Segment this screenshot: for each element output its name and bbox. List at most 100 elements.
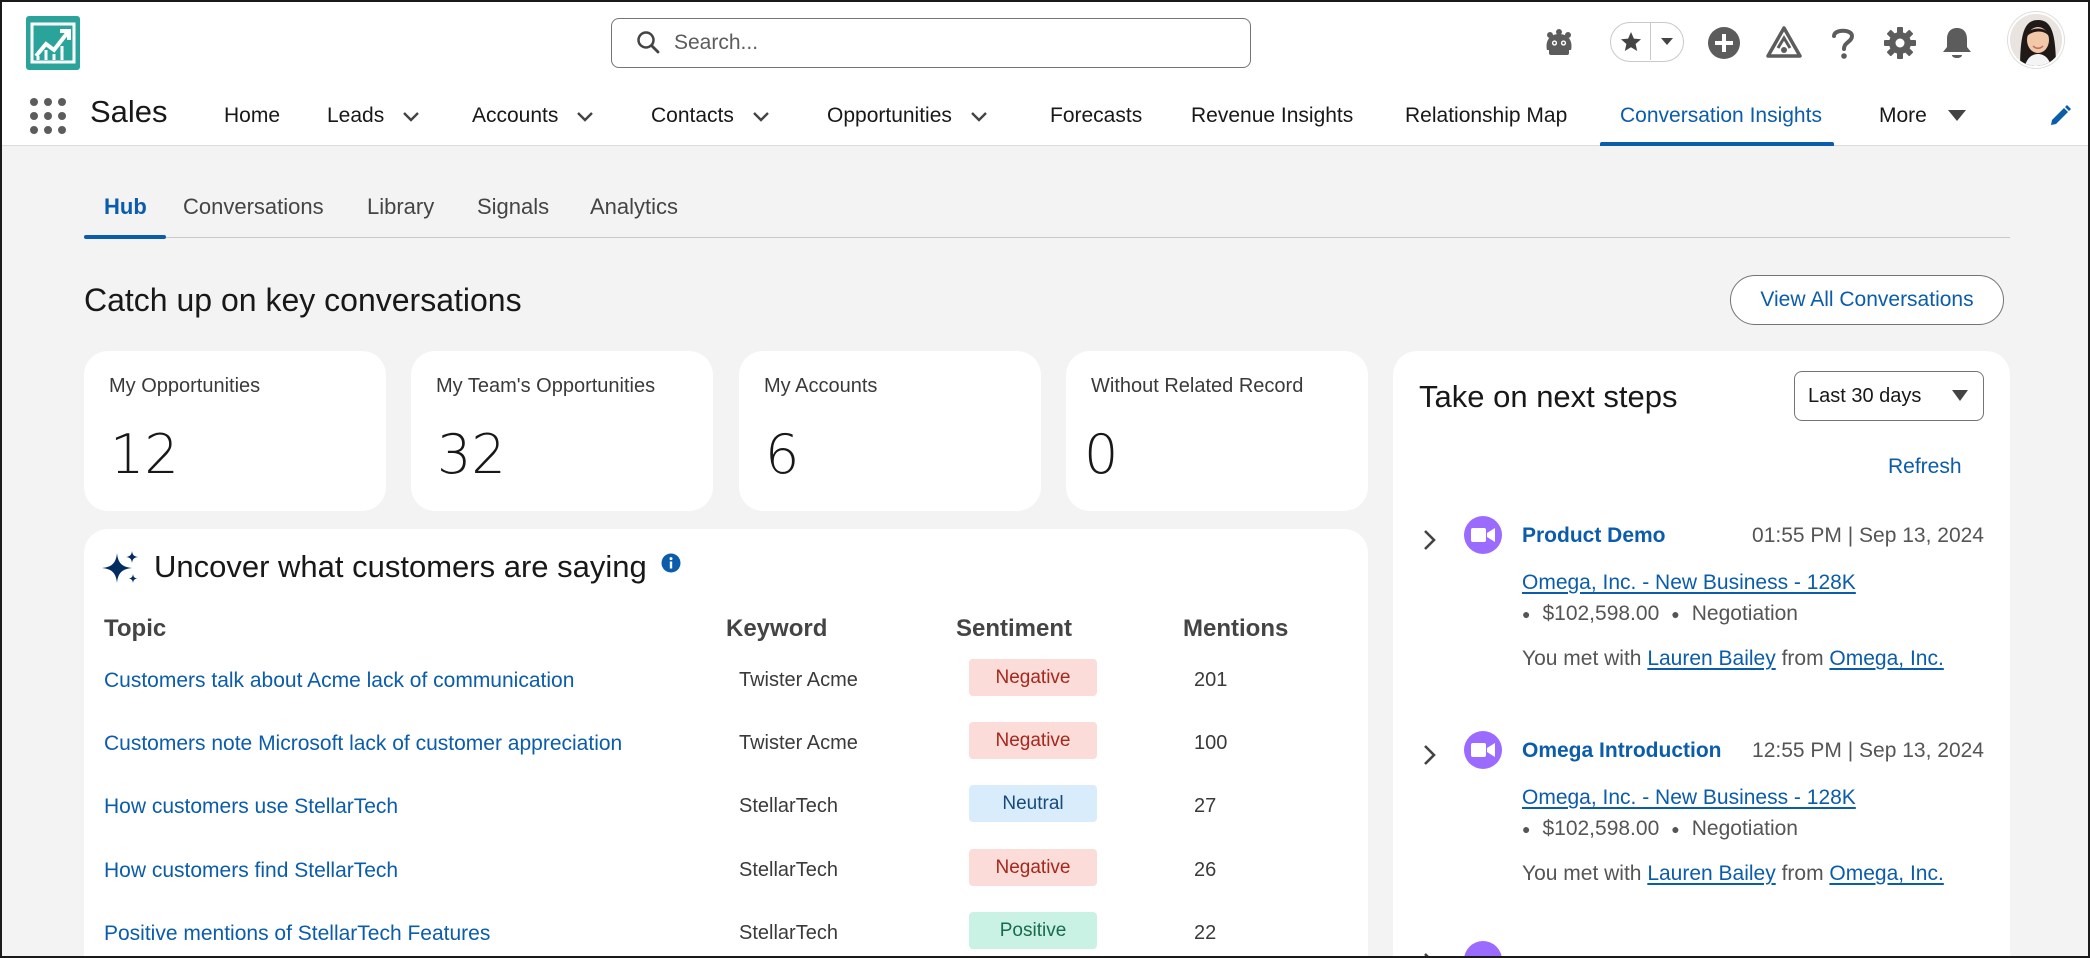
topics-card: Uncover what customers are saying Topic …: [84, 529, 1368, 956]
chevron-down-icon[interactable]: [400, 105, 422, 127]
nav-item-opportunities[interactable]: Opportunities: [827, 86, 990, 146]
nav-item-more[interactable]: More: [1879, 86, 1967, 146]
nav-item-label: Home: [224, 104, 281, 127]
nav-item-label: Revenue Insights: [1191, 104, 1354, 127]
topics-title: Uncover what customers are saying: [154, 549, 647, 584]
tab-library[interactable]: Library: [367, 194, 434, 220]
nav-item-relationship-map[interactable]: Relationship Map: [1405, 86, 1567, 146]
account-link[interactable]: Omega, Inc.: [1829, 862, 1943, 885]
agent-icon[interactable]: [1538, 22, 1580, 64]
trailhead-icon[interactable]: [1763, 22, 1805, 64]
nav-item-accounts[interactable]: Accounts: [472, 86, 596, 146]
stat-card-my-accounts[interactable]: My Accounts 6: [739, 351, 1041, 511]
sentiment-badge: Neutral: [969, 785, 1097, 822]
nav-item-contacts[interactable]: Contacts: [651, 86, 772, 146]
active-tab-indicator: [84, 235, 166, 239]
opportunity-stage: Negotiation: [1691, 602, 1798, 625]
met-prefix: You met with: [1522, 862, 1642, 885]
sentiment-badge: Negative: [969, 722, 1097, 759]
bullet-icon: ●: [1522, 821, 1531, 838]
nav-item-forecasts[interactable]: Forecasts: [1050, 86, 1142, 146]
plus-icon[interactable]: [1703, 22, 1745, 64]
date-range-select[interactable]: Last 30 days: [1794, 371, 1984, 421]
info-icon[interactable]: [661, 553, 681, 573]
refresh-link[interactable]: Refresh: [1888, 455, 1962, 479]
nav-item-leads[interactable]: Leads: [327, 86, 422, 146]
nav-item-conversation-insights[interactable]: Conversation Insights: [1600, 86, 1834, 146]
mentions-cell: 27: [1194, 795, 1217, 817]
account-link[interactable]: Omega, Inc.: [1829, 647, 1943, 670]
sentiment-badge: Negative: [969, 659, 1097, 696]
star-icon[interactable]: [1611, 23, 1651, 60]
keyword-cell: StellarTech: [739, 795, 838, 817]
topic-link[interactable]: Customers note Microsoft lack of custome…: [104, 732, 622, 756]
opportunity-meta: ● $102,598.00 ● Negotiation: [1522, 817, 1798, 841]
search-icon: [637, 31, 660, 54]
bell-icon[interactable]: [1936, 22, 1978, 64]
opportunity-link[interactable]: Omega, Inc. - New Business - 128K: [1522, 786, 1856, 810]
met-prefix: You met with: [1522, 647, 1642, 670]
video-icon: [1464, 516, 1502, 554]
sentiment-badge: Positive: [969, 912, 1097, 949]
pencil-icon[interactable]: [2048, 104, 2072, 128]
tab-analytics[interactable]: Analytics: [590, 194, 678, 220]
tab-conversations[interactable]: Conversations: [183, 194, 324, 220]
bullet-icon: ●: [1522, 606, 1531, 623]
chevron-right-icon[interactable]: [1419, 743, 1439, 767]
help-icon[interactable]: [1822, 22, 1864, 64]
stat-card-without-related-record[interactable]: Without Related Record 0: [1066, 351, 1368, 511]
app-logo-icon[interactable]: [26, 16, 80, 70]
table-row: How customers use StellarTech StellarTec…: [84, 785, 1368, 835]
search-input[interactable]: [674, 31, 1234, 55]
topic-link[interactable]: Positive mentions of StellarTech Feature…: [104, 922, 490, 946]
opportunity-amount: $102,598.00: [1542, 817, 1660, 840]
view-all-conversations-button[interactable]: View All Conversations: [1730, 275, 2004, 325]
meeting-name-link[interactable]: Omega Introduction: [1522, 739, 1722, 763]
chevron-right-icon[interactable]: [1419, 951, 1439, 958]
chevron-down-icon[interactable]: [750, 105, 772, 127]
nav-item-label: More: [1879, 104, 1927, 127]
topic-link[interactable]: How customers find StellarTech: [104, 859, 398, 883]
column-header-keyword: Keyword: [726, 615, 828, 642]
nav-item-label: Forecasts: [1050, 104, 1143, 127]
stat-card-my-opportunities[interactable]: My Opportunities 12: [84, 351, 386, 511]
caret-down-icon[interactable]: [1947, 109, 1967, 123]
global-header: [2, 2, 2088, 86]
global-search[interactable]: [611, 18, 1251, 68]
nav-item-revenue-insights[interactable]: Revenue Insights: [1191, 86, 1353, 146]
topic-link[interactable]: How customers use StellarTech: [104, 795, 398, 819]
meeting-time: 12:55 PM | Sep 13, 2024: [1752, 739, 1984, 762]
table-row: Positive mentions of StellarTech Feature…: [84, 912, 1368, 956]
nav-item-label: Leads: [327, 104, 385, 127]
mentions-cell: 201: [1194, 669, 1228, 691]
stat-value: 12: [110, 423, 179, 486]
contact-link[interactable]: Lauren Bailey: [1647, 862, 1775, 885]
chevron-right-icon[interactable]: [1419, 528, 1439, 552]
meeting-name-link[interactable]: Product Demo: [1522, 524, 1666, 548]
mentions-cell: 22: [1194, 922, 1217, 944]
stat-value: 6: [765, 423, 800, 486]
topic-link[interactable]: Customers talk about Acme lack of commun…: [104, 669, 574, 693]
nav-item-label: Contacts: [651, 104, 734, 127]
column-header-mentions: Mentions: [1183, 615, 1289, 642]
nav-item-home[interactable]: Home: [224, 86, 280, 146]
app-launcher-icon[interactable]: [28, 96, 68, 136]
tab-hub[interactable]: Hub: [104, 194, 147, 220]
stat-card-team-opportunities[interactable]: My Team's Opportunities 32: [411, 351, 713, 511]
next-steps-card: Take on next steps Last 30 days Refresh …: [1393, 351, 2010, 958]
column-header-topic: Topic: [104, 615, 167, 642]
from-text: from: [1781, 647, 1824, 670]
tab-signals[interactable]: Signals: [477, 194, 549, 220]
stat-value: 0: [1084, 423, 1119, 486]
avatar[interactable]: [2008, 12, 2064, 68]
chevron-down-icon[interactable]: [968, 105, 990, 127]
gear-icon[interactable]: [1879, 22, 1921, 64]
next-step-item: Product Demo 01:55 PM | Sep 13, 2024 Ome…: [1393, 516, 2010, 716]
opportunity-link[interactable]: Omega, Inc. - New Business - 128K: [1522, 571, 1856, 595]
met-with-line: You met with Lauren Bailey from Omega, I…: [1522, 862, 1944, 886]
mentions-cell: 26: [1194, 859, 1217, 881]
opportunity-stage: Negotiation: [1691, 817, 1798, 840]
contact-link[interactable]: Lauren Bailey: [1647, 647, 1775, 670]
chevron-down-icon[interactable]: [574, 105, 596, 127]
chevron-down-icon[interactable]: [1651, 23, 1683, 60]
